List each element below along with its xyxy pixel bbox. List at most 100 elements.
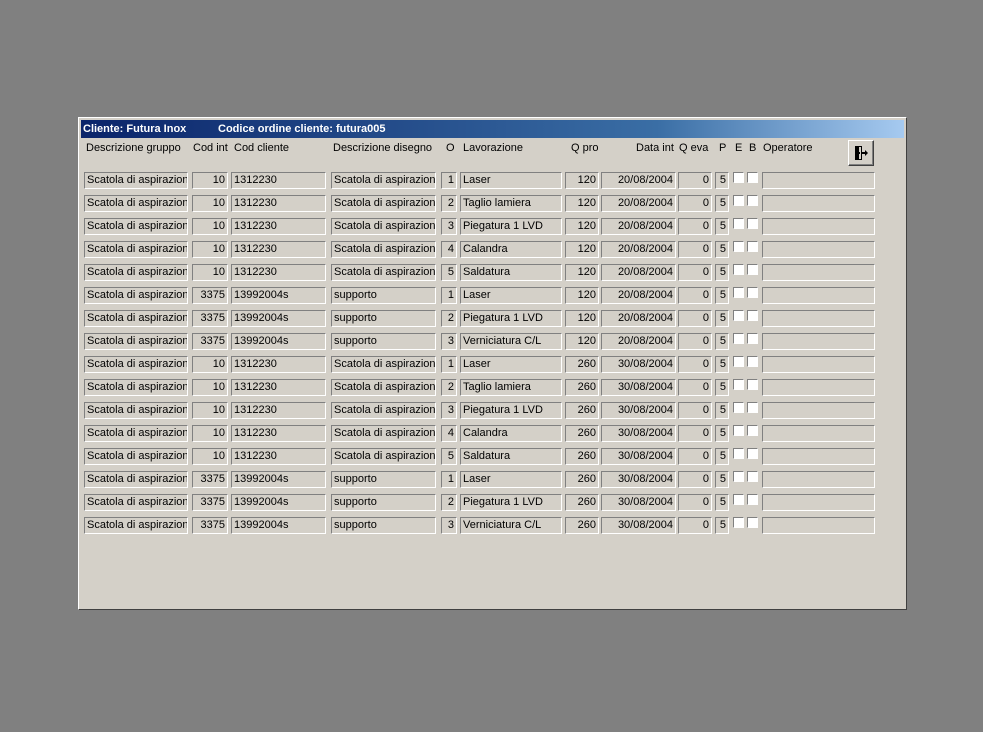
cod-cliente-cell[interactable]: 1312230 — [231, 218, 326, 235]
p-cell[interactable]: 5 — [715, 379, 729, 396]
descrizione-gruppo-cell[interactable]: Scatola di aspirazione — [84, 402, 188, 419]
operatore-cell[interactable] — [762, 264, 875, 281]
lavorazione-cell[interactable]: Calandra — [460, 241, 562, 258]
e-checkbox[interactable] — [733, 310, 744, 321]
b-checkbox[interactable] — [747, 287, 758, 298]
p-cell[interactable]: 5 — [715, 448, 729, 465]
descrizione-disegno-cell[interactable]: supporto — [331, 517, 436, 534]
q-eva-cell[interactable]: 0 — [678, 402, 712, 419]
lavorazione-cell[interactable]: Piegatura 1 LVD — [460, 310, 562, 327]
operatore-cell[interactable] — [762, 471, 875, 488]
b-checkbox[interactable] — [747, 494, 758, 505]
q-eva-cell[interactable]: 0 — [678, 379, 712, 396]
data-int-cell[interactable]: 20/08/2004 — [601, 172, 676, 189]
b-checkbox[interactable] — [747, 425, 758, 436]
descrizione-disegno-cell[interactable]: Scatola di aspirazione — [331, 264, 436, 281]
operatore-cell[interactable] — [762, 517, 875, 534]
q-eva-cell[interactable]: 0 — [678, 356, 712, 373]
lavorazione-cell[interactable]: Piegatura 1 LVD — [460, 218, 562, 235]
q-pro-cell[interactable]: 260 — [565, 471, 599, 488]
descrizione-gruppo-cell[interactable]: Scatola di aspirazione — [84, 379, 188, 396]
operatore-cell[interactable] — [762, 494, 875, 511]
operatore-cell[interactable] — [762, 218, 875, 235]
cod-int-cell[interactable]: 10 — [192, 379, 228, 396]
operatore-cell[interactable] — [762, 172, 875, 189]
data-int-cell[interactable]: 20/08/2004 — [601, 333, 676, 350]
descrizione-disegno-cell[interactable]: Scatola di aspirazione — [331, 448, 436, 465]
o-cell[interactable]: 3 — [441, 402, 457, 419]
e-checkbox[interactable] — [733, 471, 744, 482]
cod-cliente-cell[interactable]: 1312230 — [231, 195, 326, 212]
descrizione-gruppo-cell[interactable]: Scatola di aspirazione — [84, 195, 188, 212]
data-int-cell[interactable]: 30/08/2004 — [601, 356, 676, 373]
b-checkbox[interactable] — [747, 195, 758, 206]
cod-int-cell[interactable]: 10 — [192, 356, 228, 373]
descrizione-disegno-cell[interactable]: supporto — [331, 310, 436, 327]
descrizione-disegno-cell[interactable]: Scatola di aspirazione — [331, 241, 436, 258]
cod-int-cell[interactable]: 3375 — [192, 517, 228, 534]
e-checkbox[interactable] — [733, 379, 744, 390]
cod-cliente-cell[interactable]: 13992004s — [231, 471, 326, 488]
operatore-cell[interactable] — [762, 333, 875, 350]
q-eva-cell[interactable]: 0 — [678, 471, 712, 488]
b-checkbox[interactable] — [747, 241, 758, 252]
b-checkbox[interactable] — [747, 471, 758, 482]
descrizione-gruppo-cell[interactable]: Scatola di aspirazione — [84, 264, 188, 281]
b-checkbox[interactable] — [747, 448, 758, 459]
descrizione-gruppo-cell[interactable]: Scatola di aspirazione — [84, 310, 188, 327]
operatore-cell[interactable] — [762, 448, 875, 465]
cod-int-cell[interactable]: 10 — [192, 195, 228, 212]
p-cell[interactable]: 5 — [715, 333, 729, 350]
cod-int-cell[interactable]: 10 — [192, 218, 228, 235]
cod-int-cell[interactable]: 10 — [192, 172, 228, 189]
o-cell[interactable]: 2 — [441, 494, 457, 511]
e-checkbox[interactable] — [733, 425, 744, 436]
descrizione-gruppo-cell[interactable]: Scatola di aspirazione — [84, 448, 188, 465]
b-checkbox[interactable] — [747, 402, 758, 413]
operatore-cell[interactable] — [762, 379, 875, 396]
o-cell[interactable]: 5 — [441, 448, 457, 465]
descrizione-gruppo-cell[interactable]: Scatola di aspirazione — [84, 218, 188, 235]
q-eva-cell[interactable]: 0 — [678, 287, 712, 304]
e-checkbox[interactable] — [733, 402, 744, 413]
b-checkbox[interactable] — [747, 356, 758, 367]
cod-cliente-cell[interactable]: 13992004s — [231, 310, 326, 327]
q-eva-cell[interactable]: 0 — [678, 448, 712, 465]
descrizione-gruppo-cell[interactable]: Scatola di aspirazione — [84, 517, 188, 534]
cod-cliente-cell[interactable]: 1312230 — [231, 356, 326, 373]
e-checkbox[interactable] — [733, 356, 744, 367]
e-checkbox[interactable] — [733, 241, 744, 252]
descrizione-gruppo-cell[interactable]: Scatola di aspirazione — [84, 241, 188, 258]
e-checkbox[interactable] — [733, 218, 744, 229]
descrizione-disegno-cell[interactable]: supporto — [331, 471, 436, 488]
descrizione-disegno-cell[interactable]: supporto — [331, 287, 436, 304]
descrizione-disegno-cell[interactable]: Scatola di aspirazione — [331, 379, 436, 396]
cod-cliente-cell[interactable]: 13992004s — [231, 517, 326, 534]
p-cell[interactable]: 5 — [715, 494, 729, 511]
lavorazione-cell[interactable]: Saldatura — [460, 448, 562, 465]
descrizione-disegno-cell[interactable]: Scatola di aspirazione — [331, 402, 436, 419]
lavorazione-cell[interactable]: Saldatura — [460, 264, 562, 281]
q-eva-cell[interactable]: 0 — [678, 172, 712, 189]
operatore-cell[interactable] — [762, 195, 875, 212]
o-cell[interactable]: 4 — [441, 241, 457, 258]
cod-int-cell[interactable]: 10 — [192, 425, 228, 442]
p-cell[interactable]: 5 — [715, 517, 729, 534]
q-eva-cell[interactable]: 0 — [678, 333, 712, 350]
q-eva-cell[interactable]: 0 — [678, 310, 712, 327]
p-cell[interactable]: 5 — [715, 172, 729, 189]
cod-int-cell[interactable]: 10 — [192, 448, 228, 465]
o-cell[interactable]: 2 — [441, 379, 457, 396]
descrizione-disegno-cell[interactable]: Scatola di aspirazione — [331, 195, 436, 212]
q-eva-cell[interactable]: 0 — [678, 195, 712, 212]
p-cell[interactable]: 5 — [715, 356, 729, 373]
p-cell[interactable]: 5 — [715, 402, 729, 419]
lavorazione-cell[interactable]: Laser — [460, 356, 562, 373]
cod-int-cell[interactable]: 10 — [192, 402, 228, 419]
o-cell[interactable]: 4 — [441, 425, 457, 442]
cod-cliente-cell[interactable]: 1312230 — [231, 425, 326, 442]
descrizione-disegno-cell[interactable]: Scatola di aspirazione — [331, 172, 436, 189]
cod-int-cell[interactable]: 3375 — [192, 494, 228, 511]
data-int-cell[interactable]: 30/08/2004 — [601, 517, 676, 534]
q-eva-cell[interactable]: 0 — [678, 241, 712, 258]
